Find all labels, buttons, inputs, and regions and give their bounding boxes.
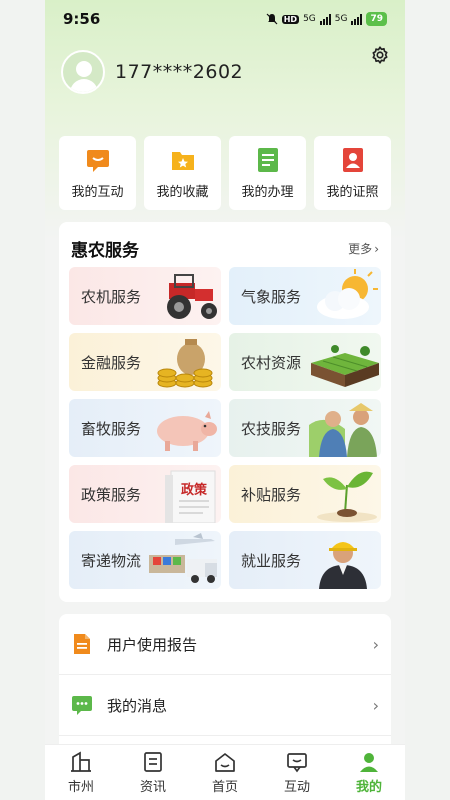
home-icon bbox=[215, 752, 235, 772]
tab-city[interactable]: 市州 bbox=[45, 745, 117, 800]
service-weather[interactable]: 气象服务 bbox=[229, 267, 381, 325]
service-employment[interactable]: 就业服务 bbox=[229, 531, 381, 589]
section-title: 惠农服务 bbox=[71, 241, 139, 261]
status-bar: 9:56 HD 5G 5G 79 bbox=[45, 0, 405, 38]
service-agri-tech[interactable]: 农技服务 bbox=[229, 399, 381, 457]
tractor-icon bbox=[167, 274, 217, 319]
status-icons: HD 5G 5G 79 bbox=[266, 12, 387, 26]
tab-news[interactable]: 资讯 bbox=[117, 745, 189, 800]
chevron-right-icon: › bbox=[372, 634, 379, 654]
farmland-icon bbox=[311, 345, 379, 387]
user-phone: 177****2602 bbox=[115, 61, 244, 83]
chevron-right-icon: › bbox=[372, 695, 379, 715]
policy-badge: 政策 bbox=[180, 483, 207, 498]
quick-my-interaction[interactable]: 我的互动 bbox=[59, 136, 136, 210]
service-machinery[interactable]: 农机服务 bbox=[69, 267, 221, 325]
quick-my-favorites[interactable]: 我的收藏 bbox=[144, 136, 221, 210]
weather-icon bbox=[317, 269, 378, 319]
tab-label: 首页 bbox=[211, 779, 238, 795]
menu-label: 我的消息 bbox=[107, 696, 168, 715]
status-time: 9:56 bbox=[63, 10, 101, 28]
id-card-icon bbox=[342, 147, 363, 172]
signal-icon bbox=[319, 13, 331, 25]
service-policy[interactable]: 政策服务 政策 bbox=[69, 465, 221, 523]
quick-my-licenses[interactable]: 我的证照 bbox=[314, 136, 391, 210]
service-label: 政策服务 bbox=[81, 485, 142, 504]
star-folder-icon bbox=[171, 151, 194, 170]
tab-label: 互动 bbox=[283, 779, 310, 795]
agri-services-panel: 惠农服务 更多 › 农机服务 气象服务 金融服务 农村资源 畜牧服务 农技服务 … bbox=[59, 222, 391, 602]
service-label: 就业服务 bbox=[241, 551, 302, 570]
service-label: 寄递物流 bbox=[81, 551, 142, 570]
bottom-tab-bar: 市州 资讯 首页 互动 我的 bbox=[45, 744, 405, 800]
service-label: 农村资源 bbox=[241, 353, 302, 372]
news-icon bbox=[144, 751, 162, 772]
more-link[interactable]: 更多 › bbox=[348, 240, 379, 257]
quick-label: 我的收藏 bbox=[156, 184, 209, 200]
service-rural-resources[interactable]: 农村资源 bbox=[229, 333, 381, 391]
tab-mine[interactable]: 我的 bbox=[333, 745, 405, 800]
tab-label: 我的 bbox=[355, 779, 382, 795]
service-label: 农技服务 bbox=[241, 419, 302, 438]
network-label: 5G bbox=[303, 14, 316, 24]
profile-header[interactable]: 177****2602 bbox=[61, 50, 243, 94]
menu-user-report[interactable]: 用户使用报告 › bbox=[59, 614, 391, 675]
message-icon bbox=[72, 696, 92, 715]
avatar[interactable] bbox=[61, 50, 105, 94]
my-page-screen: 9:56 HD 5G 5G 79 177****2602 我的互动 我的收藏 我… bbox=[45, 0, 405, 800]
interaction-icon bbox=[287, 752, 307, 772]
city-icon bbox=[71, 751, 91, 772]
service-finance[interactable]: 金融服务 bbox=[69, 333, 221, 391]
service-logistics[interactable]: 寄递物流 bbox=[69, 531, 221, 589]
farmers-icon bbox=[309, 403, 377, 457]
tab-label: 资讯 bbox=[139, 779, 166, 795]
service-label: 补贴服务 bbox=[241, 485, 302, 504]
signal-icon-2 bbox=[351, 13, 363, 25]
settings-gear-icon[interactable] bbox=[369, 44, 391, 66]
chevron-right-icon: › bbox=[374, 241, 379, 256]
more-label: 更多 bbox=[348, 242, 373, 256]
service-label: 金融服务 bbox=[81, 353, 142, 372]
money-bag-icon bbox=[157, 339, 213, 388]
battery-indicator: 79 bbox=[366, 12, 387, 26]
service-livestock[interactable]: 畜牧服务 bbox=[69, 399, 221, 457]
document-list-icon bbox=[257, 147, 278, 172]
service-label: 农机服务 bbox=[81, 287, 142, 306]
menu-my-messages[interactable]: 我的消息 › bbox=[59, 675, 391, 736]
hd-icon: HD bbox=[281, 14, 300, 24]
tab-interaction[interactable]: 互动 bbox=[261, 745, 333, 800]
logistics-icon bbox=[149, 533, 217, 583]
quick-label: 我的互动 bbox=[71, 184, 124, 200]
service-grid: 农机服务 气象服务 金融服务 农村资源 畜牧服务 农技服务 政策服务 政策 补贴… bbox=[69, 267, 381, 589]
seedling-icon bbox=[317, 471, 377, 522]
profile-icon bbox=[360, 752, 378, 772]
network-label-2: 5G bbox=[334, 14, 348, 24]
menu-label: 用户使用报告 bbox=[107, 635, 198, 654]
service-subsidy[interactable]: 补贴服务 bbox=[229, 465, 381, 523]
tab-home[interactable]: 首页 bbox=[189, 745, 261, 800]
worker-icon bbox=[319, 542, 367, 589]
silent-bell-icon bbox=[266, 13, 278, 25]
quick-actions: 我的互动 我的收藏 我的办理 我的证照 bbox=[59, 136, 391, 210]
quick-my-processing[interactable]: 我的办理 bbox=[229, 136, 306, 210]
quick-label: 我的证照 bbox=[326, 184, 379, 200]
service-label: 畜牧服务 bbox=[81, 419, 142, 438]
quick-label: 我的办理 bbox=[241, 184, 294, 200]
pig-icon bbox=[157, 411, 217, 451]
chat-bubble-icon bbox=[86, 149, 109, 172]
menu-list: 用户使用报告 › 我的消息 › bbox=[59, 614, 391, 754]
service-label: 气象服务 bbox=[241, 287, 302, 306]
report-icon bbox=[74, 634, 90, 654]
tab-label: 市州 bbox=[67, 779, 94, 795]
